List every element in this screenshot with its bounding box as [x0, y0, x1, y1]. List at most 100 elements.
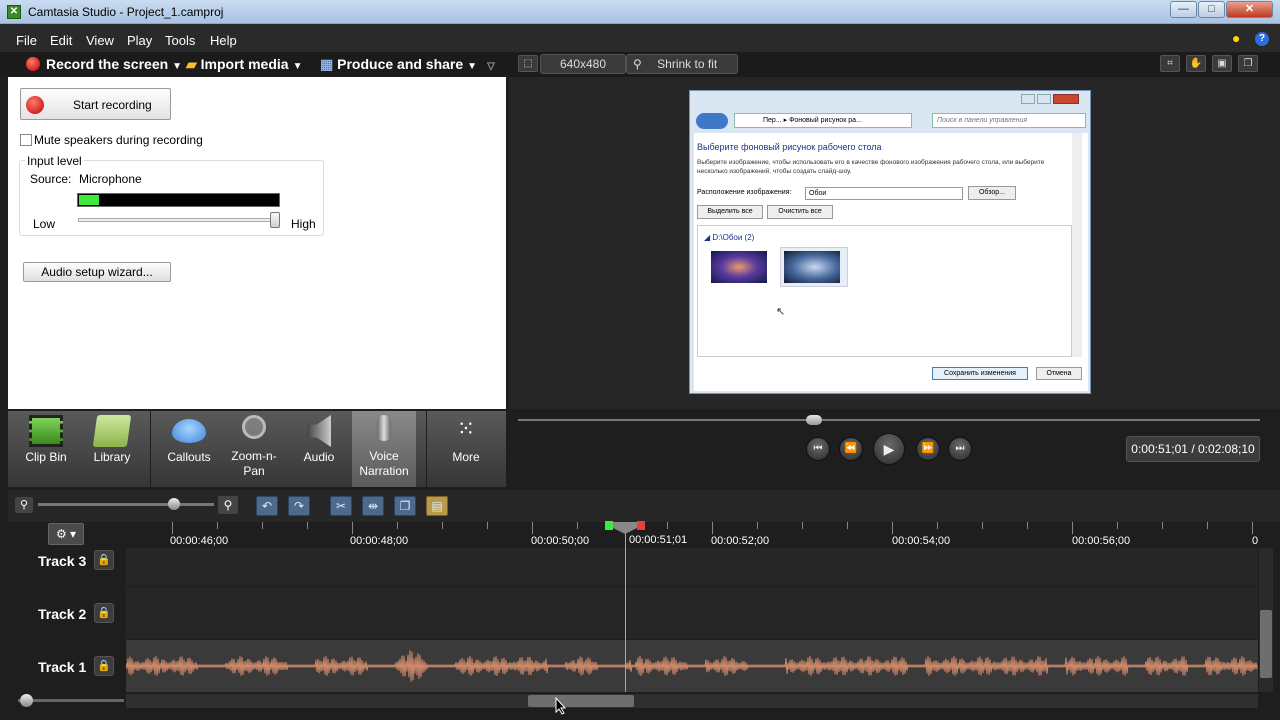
play-button[interactable]: ▶	[873, 433, 905, 465]
dimensions-dropdown[interactable]: 640x480	[540, 54, 626, 74]
zoom-in-icon[interactable]: ⚲	[218, 496, 238, 514]
timeline-horizontal-scrollbar[interactable]	[126, 694, 1258, 708]
speech-bubble-icon	[172, 419, 206, 443]
lightbulb-icon[interactable]: ●	[1232, 30, 1244, 46]
selection-end-marker[interactable]	[637, 521, 645, 530]
tab-more-label: More	[452, 450, 480, 464]
split-icon[interactable]: ⇹	[362, 496, 384, 516]
track-height-slider[interactable]	[18, 699, 124, 702]
folder-label: ◢ D:\Обои (2)	[704, 233, 755, 242]
ruler-tick	[1207, 522, 1208, 529]
zoom-out-icon[interactable]: ⚲	[15, 497, 33, 513]
embedded-window-controls	[1021, 93, 1085, 105]
magnifier-icon	[242, 415, 266, 439]
input-gain-slider-thumb[interactable]	[270, 212, 280, 228]
minimize-button[interactable]: —	[1170, 1, 1197, 18]
track-3-lane[interactable]	[126, 548, 1258, 586]
fast-forward-button[interactable]: ⏩	[916, 437, 940, 461]
record-screen-button[interactable]: Record the screen ▼	[26, 56, 182, 72]
back-forward-icon	[696, 113, 728, 129]
tab-zoom-n-pan[interactable]: Zoom-n-Pan	[222, 411, 286, 487]
ruler-tick	[1072, 522, 1073, 534]
library-folder-icon	[92, 415, 132, 447]
lock-icon[interactable]: 🔒	[94, 603, 114, 623]
copy-icon[interactable]: ❐	[394, 496, 416, 516]
detach-preview-icon[interactable]: ❐	[1238, 55, 1258, 72]
lock-icon[interactable]: 🔒	[94, 656, 114, 676]
ruler-tick	[352, 522, 353, 534]
wallpaper-thumbnail	[784, 251, 840, 283]
produce-share-button[interactable]: ▦ Produce and share ▼ ▽	[320, 56, 495, 73]
playback-scrubber-thumb[interactable]	[806, 415, 822, 425]
menu-help[interactable]: Help	[210, 33, 237, 48]
ruler-tick	[1117, 522, 1118, 529]
timeline-settings-gear-icon[interactable]: ⚙ ▾	[48, 523, 84, 545]
tab-library[interactable]: Library	[80, 411, 144, 487]
track-height-thumb[interactable]	[20, 694, 33, 707]
tab-separator	[150, 411, 151, 487]
ruler-tick	[262, 522, 263, 529]
tab-more[interactable]: ⁙ More	[434, 411, 498, 487]
overflow-chevron-icon[interactable]: ▽	[487, 61, 495, 72]
ruler-label: 00:00:48;00	[350, 535, 409, 547]
zoom-dropdown[interactable]: ⚲ Shrink to fit ▼	[626, 54, 738, 88]
audio-waveform[interactable]	[126, 640, 1258, 692]
track-2-lane[interactable]	[126, 587, 1258, 639]
close-button[interactable]: ✕	[1226, 1, 1273, 18]
import-media-button[interactable]: ▰ Import media ▼	[186, 56, 302, 73]
location-label: Расположение изображения:	[697, 189, 792, 196]
search-box: Поиск в панели управления	[932, 113, 1086, 128]
ruler-tick	[307, 522, 308, 529]
track-name: Track 3	[38, 553, 87, 569]
title-bar: ✕ Camtasia Studio - Project_1.camproj — …	[0, 0, 1280, 24]
ruler-label: 00:00:50;00	[531, 535, 590, 547]
menu-play[interactable]: Play	[127, 33, 152, 48]
ruler-tick	[217, 522, 218, 529]
playback-scrubber-track[interactable]	[518, 419, 1260, 421]
cancel-button: Отмена	[1036, 367, 1082, 380]
menu-view[interactable]: View	[86, 33, 114, 48]
paste-icon[interactable]: ▤	[426, 496, 448, 516]
help-icon[interactable]: ?	[1255, 32, 1269, 46]
tab-clip-bin-label: Clip Bin	[25, 450, 67, 464]
timeline-zoom-slider[interactable]	[38, 503, 214, 506]
address-bar: Пер... ▸ Фоновый рисунок ра...	[734, 113, 912, 128]
cut-icon[interactable]: ✂	[330, 496, 352, 516]
undo-icon[interactable]: ↶	[256, 496, 278, 516]
wallpaper-list	[697, 225, 1072, 357]
produce-share-label: Produce and share	[337, 56, 464, 72]
ruler-tick	[577, 522, 578, 529]
tab-voice-narration[interactable]: Voice Narration	[352, 411, 416, 487]
timeline-vertical-scroll-thumb[interactable]	[1260, 610, 1272, 678]
rewind-button[interactable]: ⏪	[839, 437, 863, 461]
pan-hand-icon[interactable]: ✋	[1186, 55, 1206, 72]
tab-audio[interactable]: Audio	[287, 411, 351, 487]
skip-to-end-button[interactable]: ⏭	[948, 437, 972, 461]
redo-icon[interactable]: ↷	[288, 496, 310, 516]
timeline-horizontal-scroll-thumb[interactable]	[528, 695, 634, 707]
lock-icon[interactable]: 🔒	[94, 550, 114, 570]
track-name: Track 1	[38, 659, 87, 675]
maximize-button[interactable]: □	[1198, 1, 1225, 18]
audio-setup-wizard-button[interactable]: Audio setup wizard...	[23, 262, 171, 282]
timeline-zoom-thumb[interactable]	[168, 498, 180, 510]
menu-edit[interactable]: Edit	[50, 33, 72, 48]
high-label: High	[291, 217, 316, 231]
crop-icon[interactable]: ⌗	[1160, 55, 1180, 72]
mute-speakers-checkbox[interactable]	[20, 134, 32, 146]
record-screen-label: Record the screen	[46, 56, 169, 72]
selection-start-marker[interactable]	[605, 521, 613, 530]
tab-clip-bin[interactable]: Clip Bin	[14, 411, 78, 487]
track-name: Track 2	[38, 606, 87, 622]
tab-separator	[426, 411, 427, 487]
fullscreen-icon[interactable]: ▣	[1212, 55, 1232, 72]
skip-to-start-button[interactable]: ⏮	[806, 437, 830, 461]
chevron-down-icon: ▼	[467, 61, 478, 72]
input-gain-slider-track[interactable]	[78, 218, 280, 222]
start-recording-button[interactable]: Start recording	[20, 88, 171, 120]
menu-file[interactable]: File	[16, 33, 37, 48]
menu-tools[interactable]: Tools	[165, 33, 195, 48]
preview-size-icon[interactable]: ⬚	[518, 55, 538, 72]
tab-callouts[interactable]: Callouts	[157, 411, 221, 487]
timecode-display: 0:00:51;01 / 0:02:08;10	[1126, 436, 1260, 462]
